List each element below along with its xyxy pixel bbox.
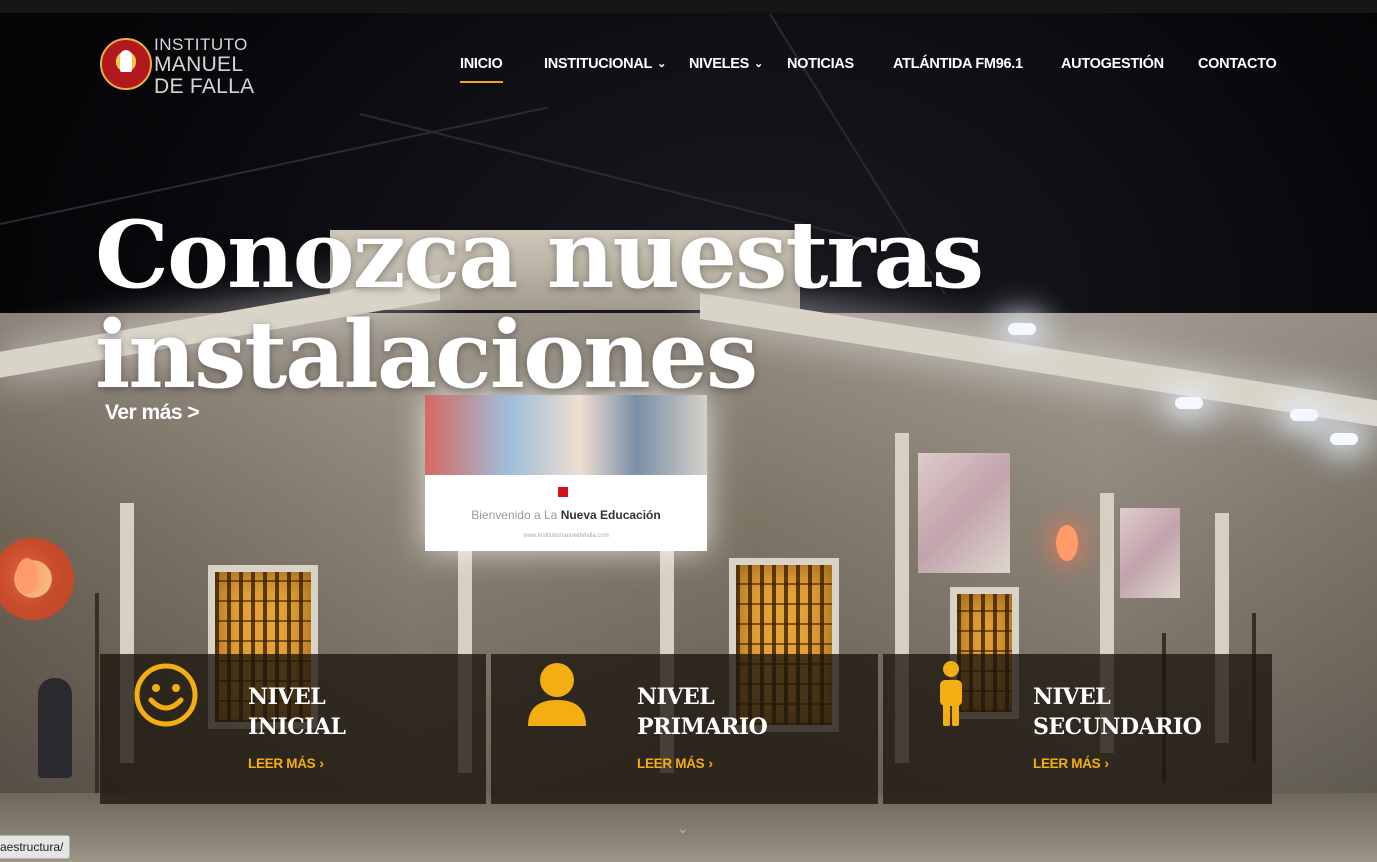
leer-mas-link[interactable]: LEER MÁS › (248, 755, 324, 771)
user-icon (528, 663, 586, 726)
chevron-right-icon: › (708, 755, 713, 771)
level-title: NIVEL INICIAL (248, 684, 346, 740)
facade-light (1290, 409, 1318, 421)
nav-niveles[interactable]: NIVELES ⌄ (689, 56, 763, 72)
nav-atlantida-fm[interactable]: ATLÁNTIDA FM96.1 (893, 56, 1023, 72)
chevron-right-icon: › (319, 755, 324, 771)
nav-autogestion[interactable]: AUTOGESTIÓN (1061, 56, 1164, 72)
scroll-down-icon[interactable]: ⌄ (677, 820, 689, 837)
billboard-text-bold: Nueva Educación (560, 508, 661, 522)
ver-mas-link[interactable]: Ver más > (105, 401, 200, 425)
level-card-inicial[interactable]: NIVEL INICIAL LEER MÁS › (100, 654, 486, 804)
nav-contacto[interactable]: CONTACTO (1198, 56, 1277, 72)
nav-noticias[interactable]: NOTICIAS (787, 56, 854, 72)
leer-mas-link[interactable]: LEER MÁS › (637, 755, 713, 771)
facade-mural (918, 453, 1010, 573)
browser-status-url: aestructura/ (0, 835, 71, 859)
person-standing-icon (940, 661, 962, 726)
nav-inicio[interactable]: INICIO (460, 56, 503, 83)
level-card-primario[interactable]: NIVEL PRIMARIO LEER MÁS › (491, 654, 878, 804)
hero-headline: Conozca nuestras instalaciones (95, 200, 984, 409)
crest-icon (100, 38, 152, 90)
logo-wordmark: INSTITUTO MANUEL DE FALLA (154, 35, 255, 98)
chevron-down-icon: ⌄ (753, 58, 763, 70)
sidewalk-tree (95, 593, 99, 823)
billboard-text-light: Bienvenido a La (471, 508, 558, 522)
leer-mas-link[interactable]: LEER MÁS › (1033, 755, 1109, 771)
site-logo[interactable]: INSTITUTO MANUEL DE FALLA (100, 35, 260, 98)
nav-institucional[interactable]: INSTITUCIONAL ⌄ (544, 56, 666, 72)
billboard-url: www.institutomanueldefalla.com (523, 533, 609, 539)
level-title: NIVEL PRIMARIO (637, 684, 768, 740)
level-card-secundario[interactable]: NIVEL SECUNDARIO LEER MÁS › (883, 654, 1272, 804)
wall-lamp (16, 558, 38, 594)
level-title: NIVEL SECUNDARIO (1033, 684, 1202, 740)
pedestrian (38, 678, 72, 778)
welcome-billboard: Bienvenido a La Nueva Educación www.inst… (425, 395, 707, 551)
browser-top-strip (0, 0, 1377, 13)
chevron-down-icon: ⌄ (657, 58, 666, 70)
smiley-icon (134, 663, 198, 727)
chevron-right-icon: › (1104, 755, 1109, 771)
facade-mural (1120, 508, 1180, 598)
wall-lamp (1056, 525, 1078, 561)
facade-light (1175, 397, 1203, 409)
facade-light (1330, 433, 1358, 445)
